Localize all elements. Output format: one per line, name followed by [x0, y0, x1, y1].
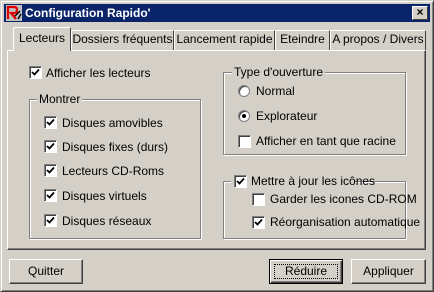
root-display-checkbox[interactable]: [238, 135, 251, 148]
tab-lancement-rapide[interactable]: Lancement rapide: [174, 30, 275, 50]
config-window: Configuration Rapido' × Lecteurs Dossier…: [0, 0, 434, 292]
quit-button-label: Quitter: [27, 264, 64, 278]
update-icons-checkbox[interactable]: [234, 175, 247, 188]
show-drives-checkbox[interactable]: [29, 66, 42, 79]
auto-reorg-checkbox[interactable]: [252, 216, 265, 229]
focus-rectangle: [274, 264, 338, 279]
auto-reorg-label[interactable]: Réorganisation automatique: [270, 215, 420, 229]
checkmark-icon: [236, 177, 245, 185]
fixed-disks-checkbox[interactable]: [44, 140, 57, 153]
tab-a-propos-divers[interactable]: A propos / Divers: [330, 30, 426, 50]
tab-dossiers-frequents[interactable]: Dossiers fréquents: [71, 30, 174, 50]
explorateur-radio[interactable]: [238, 110, 250, 122]
virtual-disks-label[interactable]: Disques virtuels: [62, 189, 147, 203]
ouverture-group-title: Type d'ouverture: [232, 65, 326, 79]
checkmark-icon: [31, 68, 40, 76]
tab-lancement-rapide-label: Lancement rapide: [176, 32, 273, 46]
checkmark-icon: [46, 216, 55, 224]
tab-lecteurs-label: Lecteurs: [18, 31, 66, 45]
cdrom-drives-label[interactable]: Lecteurs CD-Roms: [62, 164, 164, 178]
show-drives-label[interactable]: Afficher les lecteurs: [46, 66, 151, 80]
checkmark-icon: [254, 218, 263, 226]
network-disks-checkbox[interactable]: [44, 214, 57, 227]
cdrom-drives-checkbox[interactable]: [44, 164, 57, 177]
explorateur-radio-label[interactable]: Explorateur: [256, 109, 317, 123]
network-disks-label[interactable]: Disques réseaux: [62, 214, 151, 228]
radio-selected-dot: [242, 114, 246, 118]
tab-lecteurs[interactable]: Lecteurs: [13, 27, 71, 51]
normal-radio-label[interactable]: Normal: [256, 84, 295, 98]
tab-eteindre[interactable]: Eteindre: [275, 30, 330, 50]
checkmark-icon: [46, 118, 55, 126]
app-icon: [6, 5, 22, 21]
virtual-disks-checkbox[interactable]: [44, 189, 57, 202]
removable-disks-label[interactable]: Disques amovibles: [62, 116, 163, 130]
montrer-group-title: Montrer: [37, 92, 83, 106]
reduce-button[interactable]: Réduire: [269, 259, 343, 284]
tab-a-propos-divers-label: A propos / Divers: [332, 32, 424, 46]
apply-button[interactable]: Appliquer: [351, 259, 426, 284]
normal-radio[interactable]: [238, 85, 250, 97]
tab-dossiers-frequents-label: Dossiers fréquents: [72, 32, 173, 46]
title-bar: Configuration Rapido' ×: [4, 4, 430, 22]
checkmark-icon: [46, 142, 55, 150]
update-icons-label[interactable]: Mettre à jour les icônes: [251, 174, 375, 188]
keep-cdrom-icons-checkbox[interactable]: [252, 193, 265, 206]
removable-disks-checkbox[interactable]: [44, 116, 57, 129]
icones-group: [223, 181, 406, 239]
tab-eteindre-label: Eteindre: [280, 32, 325, 46]
close-button[interactable]: ×: [412, 6, 428, 20]
checkmark-icon: [46, 166, 55, 174]
keep-cdrom-icons-label[interactable]: Garder les icones CD-ROM: [270, 192, 417, 206]
checkmark-icon: [46, 191, 55, 199]
quit-button[interactable]: Quitter: [9, 259, 83, 284]
window-title: Configuration Rapido': [25, 6, 151, 20]
close-icon: ×: [416, 5, 424, 19]
fixed-disks-label[interactable]: Disques fixes (durs): [62, 140, 168, 154]
root-display-label[interactable]: Afficher en tant que racine: [256, 134, 396, 148]
apply-button-label: Appliquer: [363, 264, 414, 278]
